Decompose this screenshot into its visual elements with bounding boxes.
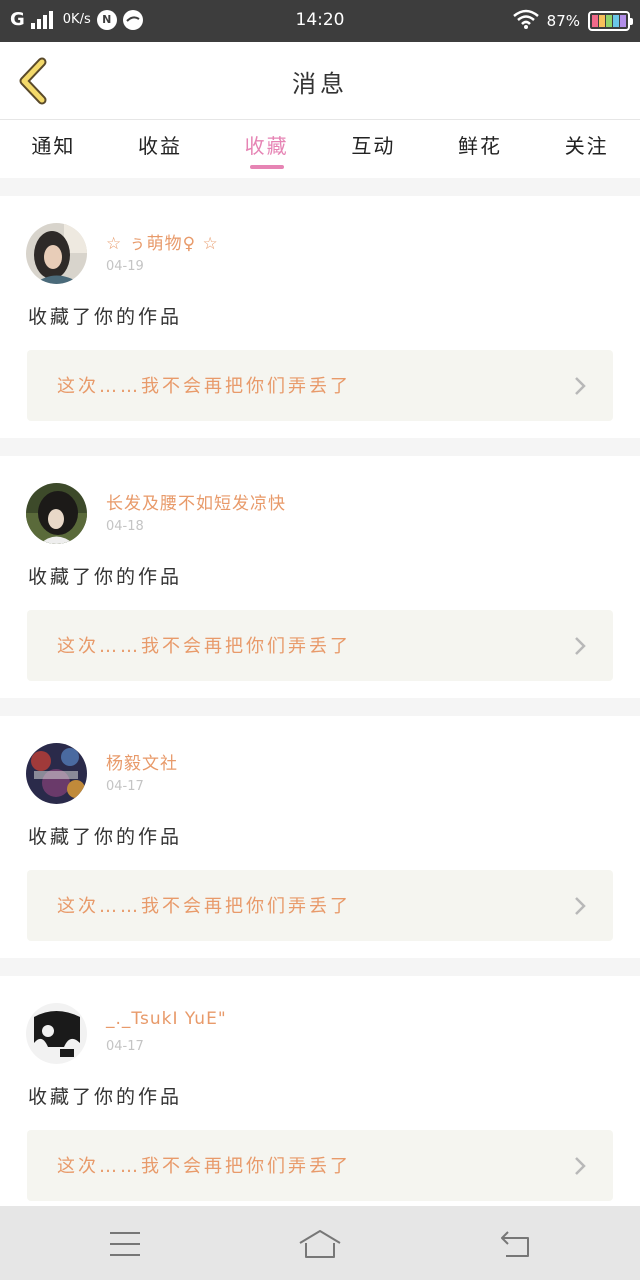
notification-action: 收藏了你的作品	[28, 1086, 183, 1108]
work-link[interactable]: 这次……我不会再把你们弄丢了	[27, 1130, 613, 1201]
notification-card: 长发及腰不如短发凉快 04-18 收藏了你的作品 这次……我不会再把你们弄丢了	[0, 456, 640, 698]
tab-notifications[interactable]: 通知	[0, 120, 107, 178]
username[interactable]: 杨毅文社	[106, 749, 178, 774]
wifi-icon	[512, 9, 539, 33]
work-link[interactable]: 这次……我不会再把你们弄丢了	[27, 350, 613, 421]
avatar[interactable]	[26, 1003, 87, 1064]
notification-date: 04-19	[106, 259, 144, 274]
menu-button[interactable]	[100, 1224, 150, 1264]
notification-action: 收藏了你的作品	[28, 826, 183, 848]
page-title: 消息	[292, 70, 348, 98]
app-screen: G 0K/s N 14:20 87% 消息 通知 收益 收藏 互动 鲜花 关注 …	[0, 0, 640, 1280]
work-title: 这次……我不会再把你们弄丢了	[57, 636, 351, 657]
username[interactable]: _._TsukI YuE"	[106, 1009, 227, 1029]
back-arrow-icon	[501, 1231, 529, 1257]
tab-earnings[interactable]: 收益	[107, 120, 214, 178]
tab-flowers[interactable]: 鲜花	[427, 120, 534, 178]
back-nav-button[interactable]	[490, 1224, 540, 1264]
notification-card: _._TsukI YuE" 04-17 收藏了你的作品 这次……我不会再把你们弄…	[0, 976, 640, 1218]
chevron-right-icon	[575, 637, 586, 655]
notification-action: 收藏了你的作品	[28, 566, 183, 588]
notification-card: 杨毅文社 04-17 收藏了你的作品 这次……我不会再把你们弄丢了	[0, 716, 640, 958]
work-title: 这次……我不会再把你们弄丢了	[57, 1156, 351, 1177]
notification-date: 04-17	[106, 779, 144, 794]
home-button[interactable]	[295, 1224, 345, 1264]
system-nav-bar	[0, 1206, 640, 1280]
menu-icon	[110, 1232, 140, 1256]
work-title: 这次……我不会再把你们弄丢了	[57, 376, 351, 397]
work-link[interactable]: 这次……我不会再把你们弄丢了	[27, 610, 613, 681]
status-right: 87%	[512, 9, 633, 33]
tab-bar: 通知 收益 收藏 互动 鲜花 关注	[0, 120, 640, 178]
home-icon	[299, 1230, 341, 1258]
notification-card: ☆ ぅ萌物♀ ☆ 04-19 收藏了你的作品 这次……我不会再把你们弄丢了	[0, 196, 640, 438]
tab-interactions[interactable]: 互动	[320, 120, 427, 178]
notification-list: ☆ ぅ萌物♀ ☆ 04-19 收藏了你的作品 这次……我不会再把你们弄丢了 长发…	[0, 196, 640, 1236]
notification-date: 04-18	[106, 519, 144, 534]
avatar[interactable]	[26, 483, 87, 544]
username[interactable]: 长发及腰不如短发凉快	[106, 489, 286, 514]
header: 消息	[0, 42, 640, 120]
username[interactable]: ☆ ぅ萌物♀ ☆	[106, 229, 219, 254]
chevron-right-icon	[575, 1157, 586, 1175]
work-title: 这次……我不会再把你们弄丢了	[57, 896, 351, 917]
tab-favorites[interactable]: 收藏	[213, 120, 320, 178]
chevron-right-icon	[575, 897, 586, 915]
notification-date: 04-17	[106, 1039, 144, 1054]
avatar[interactable]	[26, 223, 87, 284]
status-bar: G 0K/s N 14:20 87%	[0, 0, 640, 42]
battery-percent: 87%	[546, 12, 580, 30]
avatar[interactable]	[26, 743, 87, 804]
notification-action: 收藏了你的作品	[28, 306, 183, 328]
tab-following[interactable]: 关注	[533, 120, 640, 178]
chevron-right-icon	[575, 377, 586, 395]
work-link[interactable]: 这次……我不会再把你们弄丢了	[27, 870, 613, 941]
battery-icon	[588, 11, 633, 31]
